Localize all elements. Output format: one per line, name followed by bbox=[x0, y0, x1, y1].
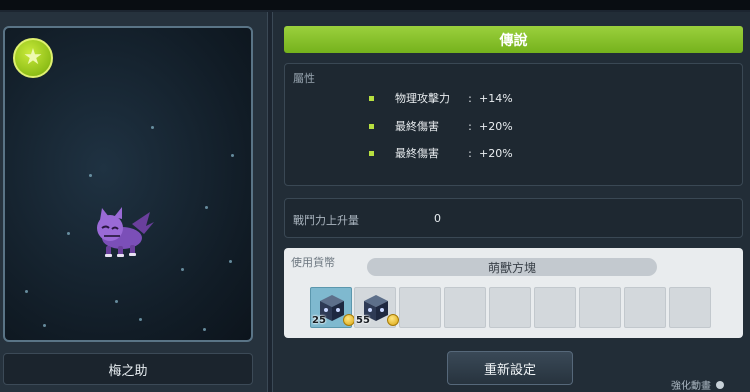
toggle-dot-icon bbox=[716, 380, 724, 389]
potential-grade: 傳說 bbox=[284, 26, 743, 53]
attribute-separator: : bbox=[468, 91, 472, 105]
currency-slot-empty[interactable] bbox=[579, 287, 621, 328]
enhance-animation-toggle[interactable]: 強化動畫 bbox=[671, 377, 724, 392]
attribute-name: 物理攻擊力 bbox=[395, 92, 450, 105]
star-icon: ★ bbox=[13, 38, 53, 78]
attribute-row: 最終傷害 : +20% bbox=[369, 117, 513, 135]
attribute-row: 最終傷害 : +20% bbox=[369, 144, 513, 162]
sparkle bbox=[25, 290, 28, 293]
sparkle bbox=[89, 174, 92, 177]
currency-slot-empty[interactable] bbox=[444, 287, 486, 328]
pet-name: 梅之助 bbox=[3, 353, 253, 385]
attribute-separator: : bbox=[468, 119, 472, 133]
attribute-row: 物理攻擊力 : +14% bbox=[369, 89, 513, 107]
sparkle bbox=[43, 324, 46, 327]
combat-power-label: 戰鬥力上升量 bbox=[293, 214, 359, 227]
sparkle bbox=[67, 232, 70, 235]
attribute-value: +20% bbox=[479, 146, 513, 160]
sparkle bbox=[203, 328, 206, 331]
attributes-title: 屬性 bbox=[293, 72, 315, 85]
sparkle bbox=[115, 300, 118, 303]
currency-slot[interactable]: 55 bbox=[354, 287, 399, 328]
currency-slot-empty[interactable] bbox=[669, 287, 711, 328]
sparkle bbox=[151, 126, 154, 129]
attributes-box bbox=[284, 63, 743, 186]
sparkle bbox=[181, 268, 184, 271]
sparkle bbox=[205, 206, 208, 209]
combat-power-value: 0 bbox=[434, 212, 441, 225]
attribute-separator: : bbox=[468, 146, 472, 160]
slot-count: 25 bbox=[312, 315, 326, 326]
bullet-icon bbox=[369, 150, 374, 156]
attribute-name: 最終傷害 bbox=[395, 120, 439, 133]
sparkle bbox=[231, 154, 234, 157]
pet-preview: ★ bbox=[3, 26, 253, 342]
coin-icon bbox=[387, 314, 399, 326]
reset-button[interactable]: 重新設定 bbox=[447, 351, 573, 385]
bullet-icon bbox=[369, 95, 374, 101]
pet-sprite bbox=[97, 207, 154, 257]
currency-slot-empty[interactable] bbox=[534, 287, 576, 328]
sparkle bbox=[139, 318, 142, 321]
enhance-animation-label: 強化動畫 bbox=[671, 381, 711, 392]
slot-count: 55 bbox=[356, 315, 370, 326]
currency-slot-empty[interactable] bbox=[399, 287, 441, 328]
currency-slot-empty[interactable] bbox=[489, 287, 531, 328]
attribute-name: 最終傷害 bbox=[395, 147, 439, 160]
currency-title: 使用貨幣 bbox=[291, 256, 335, 269]
sparkle bbox=[229, 260, 232, 263]
top-strip bbox=[0, 0, 750, 10]
attribute-value: +20% bbox=[479, 119, 513, 133]
currency-name: 萌獸方塊 bbox=[367, 258, 657, 276]
currency-slot[interactable]: 25 bbox=[310, 287, 355, 328]
bullet-icon bbox=[369, 123, 374, 129]
currency-slot-empty[interactable] bbox=[624, 287, 666, 328]
attribute-value: +14% bbox=[479, 91, 513, 105]
